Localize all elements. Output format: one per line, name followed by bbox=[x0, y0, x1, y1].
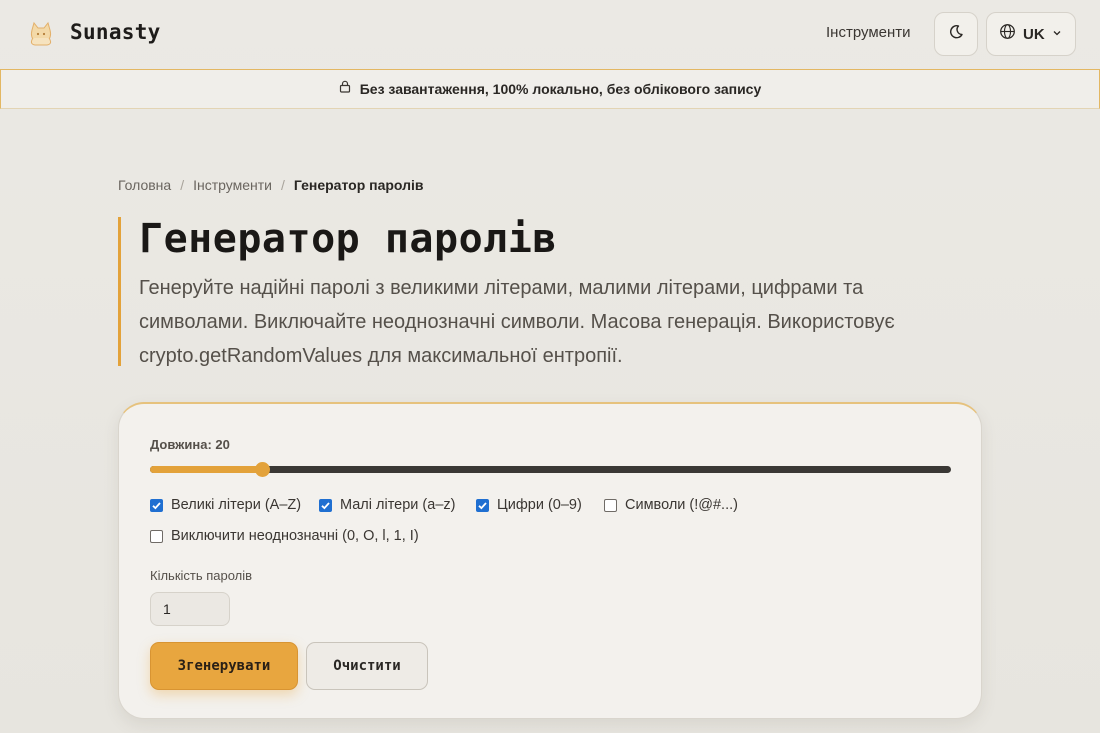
option-label: Виключити неоднозначні (0, O, l, 1, I) bbox=[171, 528, 419, 544]
option-label: Символи (!@#...) bbox=[625, 497, 738, 513]
moon-icon bbox=[948, 24, 964, 45]
checkbox-symbols[interactable] bbox=[604, 498, 617, 512]
breadcrumb: Головна / Інструменти / Генератор паролі… bbox=[118, 177, 424, 193]
generate-button[interactable]: Згенерувати bbox=[150, 642, 298, 690]
option-label: Малі літери (a–z) bbox=[340, 497, 456, 513]
page-title: Генератор паролів bbox=[139, 216, 557, 262]
breadcrumb-separator: / bbox=[280, 177, 285, 193]
header: Sunasty Інструменти UK bbox=[0, 0, 1100, 69]
breadcrumb-home[interactable]: Головна bbox=[118, 177, 171, 193]
breadcrumb-tools[interactable]: Інструменти bbox=[193, 177, 272, 193]
length-label: Довжина: 20 bbox=[150, 437, 230, 452]
lock-icon bbox=[339, 80, 351, 98]
option-symbols[interactable]: Символи (!@#...) bbox=[604, 497, 738, 513]
nav-tools-link[interactable]: Інструменти bbox=[826, 24, 911, 41]
option-exclude-ambiguous[interactable]: Виключити неоднозначні (0, O, l, 1, I) bbox=[150, 528, 419, 544]
option-digits[interactable]: Цифри (0–9) bbox=[476, 497, 582, 513]
slider-fill bbox=[150, 466, 263, 473]
count-input[interactable] bbox=[150, 592, 230, 626]
option-lowercase[interactable]: Малі літери (a–z) bbox=[319, 497, 455, 513]
brand-name[interactable]: Sunasty bbox=[70, 20, 161, 44]
chevron-down-icon bbox=[1052, 25, 1062, 43]
checkbox-lowercase[interactable] bbox=[319, 498, 332, 512]
page-description: Генеруйте надійні паролі з великими літе… bbox=[139, 277, 895, 367]
checkbox-uppercase[interactable] bbox=[150, 498, 163, 512]
cat-icon[interactable] bbox=[24, 17, 58, 51]
length-slider[interactable] bbox=[150, 462, 951, 477]
language-select[interactable]: UK bbox=[986, 12, 1076, 56]
option-label: Цифри (0–9) bbox=[497, 497, 582, 513]
privacy-banner: Без завантаження, 100% локально, без обл… bbox=[0, 69, 1100, 109]
checkbox-digits[interactable] bbox=[476, 498, 489, 512]
option-uppercase[interactable]: Великі літери (A–Z) bbox=[150, 497, 301, 513]
clear-button[interactable]: Очистити bbox=[306, 642, 428, 690]
generator-card: Довжина: 20 Великі літери (A–Z) Малі літ… bbox=[118, 402, 982, 719]
breadcrumb-current: Генератор паролів bbox=[293, 177, 424, 193]
count-label: Кількість паролів bbox=[150, 568, 253, 583]
checkbox-exclude-ambiguous[interactable] bbox=[150, 529, 163, 543]
breadcrumb-separator: / bbox=[180, 177, 185, 193]
globe-icon bbox=[999, 23, 1016, 45]
option-label: Великі літери (A–Z) bbox=[171, 497, 302, 513]
theme-toggle-button[interactable] bbox=[934, 12, 978, 56]
slider-thumb[interactable] bbox=[255, 462, 271, 477]
banner-text: Без завантаження, 100% локально, без обл… bbox=[359, 81, 762, 97]
title-block: Генератор паролів Генеруйте надійні паро… bbox=[118, 216, 948, 367]
language-label: UK bbox=[1023, 25, 1045, 43]
